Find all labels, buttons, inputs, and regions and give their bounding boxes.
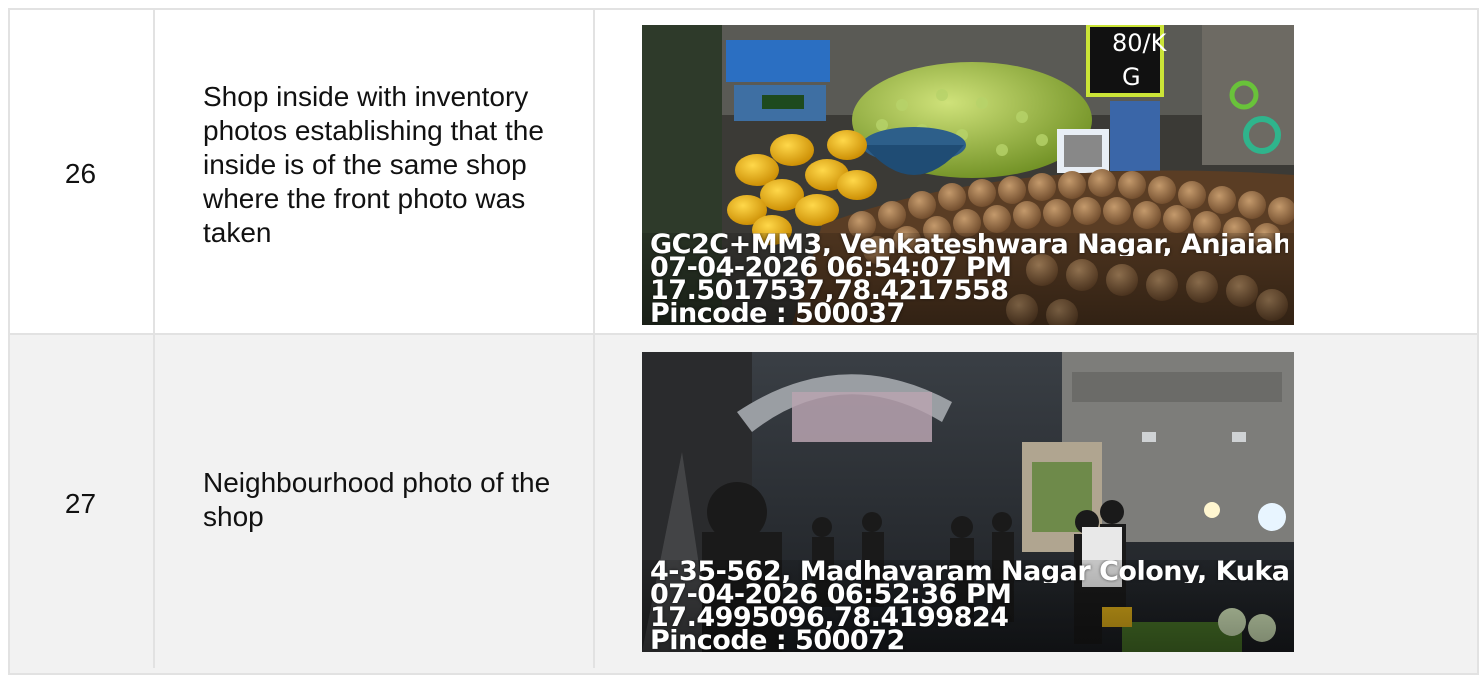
stamp-coordinates: 17.4995096,78.4199824 <box>650 606 1009 629</box>
inventory-photo: 80/K G GC2C+MM3, Venkateshwara Nagar, An… <box>642 25 1294 325</box>
stamp-datetime: 07-04-2026 06:54:07 PM <box>650 256 1012 279</box>
column-divider <box>153 8 155 668</box>
column-divider <box>593 8 595 668</box>
neighbourhood-photo: 4-35-562, Madhavaram Nagar Colony, Kukat… <box>642 352 1294 652</box>
geotag-stamp: 4-35-562, Madhavaram Nagar Colony, Kukat… <box>642 560 1294 652</box>
stamp-coordinates: 17.5017537,78.4217558 <box>650 279 1009 302</box>
stamp-pincode: Pincode : 500037 <box>650 302 905 325</box>
row-number: 26 <box>64 158 97 189</box>
row-number: 27 <box>64 488 97 519</box>
price-sign: 80/K <box>1112 29 1168 57</box>
row-description: Neighbourhood photo of the shop <box>203 467 551 532</box>
svg-text:G: G <box>1122 63 1141 91</box>
geotag-stamp: GC2C+MM3, Venkateshwara Nagar, Anjaiah 0… <box>642 233 1294 325</box>
stamp-address: GC2C+MM3, Venkateshwara Nagar, Anjaiah <box>650 233 1288 256</box>
stamp-datetime: 07-04-2026 06:52:36 PM <box>650 583 1012 606</box>
stamp-address: 4-35-562, Madhavaram Nagar Colony, Kukat <box>650 560 1288 583</box>
stamp-pincode: Pincode : 500072 <box>650 629 905 652</box>
row-description: Shop inside with inventory photos establ… <box>203 81 544 248</box>
